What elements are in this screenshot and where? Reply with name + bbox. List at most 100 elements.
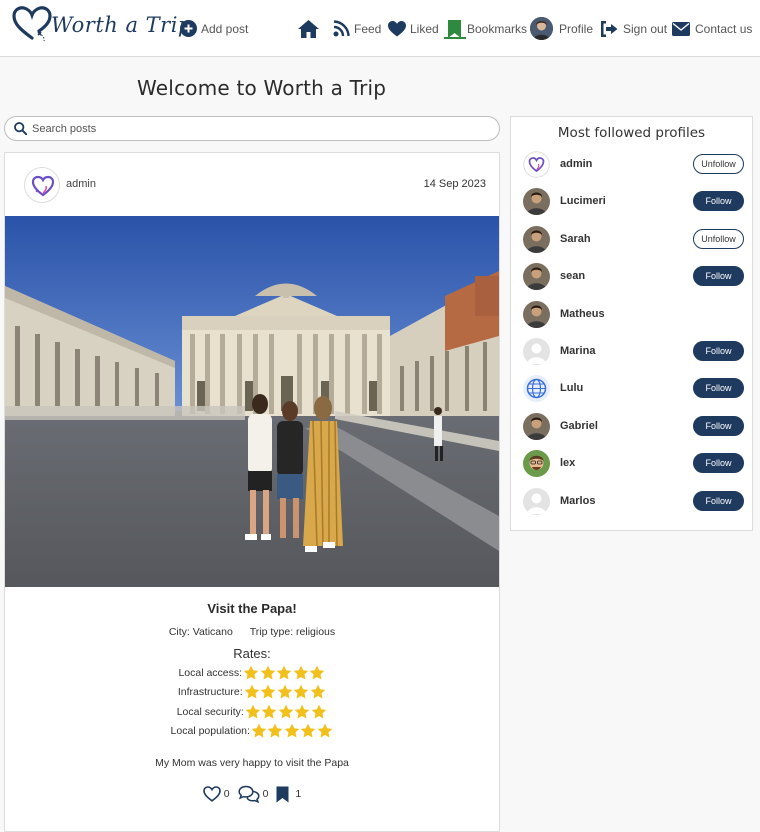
profile-name[interactable]: lex [560,457,575,469]
profile-avatar[interactable] [523,188,550,216]
nav-liked[interactable]: Liked [388,0,439,57]
star-icon [317,723,333,738]
post-photo [5,216,499,587]
star-icon [295,704,310,719]
star-icon [276,665,292,680]
star-icon [268,723,283,738]
profile-name[interactable]: Lulu [560,382,583,394]
bookmark-button[interactable]: 1 [276,786,301,803]
profile-avatar[interactable] [523,300,550,328]
nav-profile[interactable]: Profile [530,0,593,57]
follow-button[interactable]: Follow [693,341,744,361]
rate-label: Local access: [178,666,243,679]
comments-count: 0 [262,788,269,800]
profile-avatar[interactable] [523,412,550,440]
profile-row: admin Unfollow [511,148,752,185]
post-city: City: Vaticano [168,626,233,638]
logo[interactable]: Worth a Trip [11,5,192,43]
post-meta: City: Vaticano Trip type: religious [5,626,499,638]
logo-heart-icon [12,6,52,42]
likes-count: 0 [223,788,230,800]
profile-avatar[interactable] [523,151,550,178]
rate-row: Local access: [5,663,499,683]
rates-title: Rates: [233,646,271,661]
profile-avatar[interactable] [523,263,550,291]
unfollow-button[interactable]: Unfollow [693,154,744,174]
page-title: Welcome to Worth a Trip [137,76,387,100]
profiles-title: Most followed profiles [557,125,706,141]
profile-name[interactable]: Marina [560,345,595,357]
profile-row: Lulu Follow [511,372,752,409]
star-icon [301,723,316,738]
nav-add-post[interactable]: Add post [180,0,248,57]
post-date: 14 Sep 2023 [423,178,486,190]
nav-contact-label: Contact us [695,21,753,36]
star-icon [245,704,261,719]
comments-icon [238,785,260,803]
post-body: Visit the Papa! City: Vaticano Trip type… [5,587,499,803]
nav-home[interactable] [298,0,319,57]
nav-sign-out-label: Sign out [623,21,668,36]
follow-button[interactable]: Follow [693,191,744,212]
star-icon [260,665,275,680]
search-input[interactable] [32,122,472,135]
star-icon [262,704,277,719]
profile-avatar[interactable] [523,487,550,515]
profile-row: Marlos Follow [511,485,752,522]
post-header: admin 14 Sep 2023 [5,153,499,216]
follow-button[interactable]: Follow [693,266,744,287]
unfollow-button[interactable]: Unfollow [693,228,744,249]
rates-list: Local access: Infrastructure: Local securi… [5,663,499,741]
comments-button[interactable]: 0 [238,785,269,803]
nav-profile-label: Profile [559,21,594,36]
nav-feed[interactable]: Feed [333,0,381,57]
most-followed-profiles: Most followed profiles admin Unfollow Luci… [510,116,753,531]
bookmark-icon [448,19,461,38]
profile-name[interactable]: Sarah [560,233,591,245]
profile-avatar[interactable] [523,338,550,365]
nav-sign-out[interactable]: Sign out [600,0,667,57]
follow-button[interactable]: Follow [693,378,744,399]
rate-stars [243,665,326,681]
envelope-icon [672,21,690,36]
post-card: admin 14 Sep 2023 Visit the Papa! City: … [4,152,500,832]
profile-name[interactable]: Matheus [560,308,605,320]
search-icon [14,122,27,135]
star-icon [278,704,294,719]
home-icon [298,19,319,38]
sign-out-icon [601,20,618,37]
nav-liked-label: Liked [410,21,439,36]
nav-bookmarks-label: Bookmarks [467,21,528,36]
post-owner-name[interactable]: admin [66,178,96,190]
profile-row: lex Follow [511,447,752,484]
post-image[interactable] [5,216,499,587]
like-button[interactable]: 0 [202,786,230,802]
post-owner-avatar[interactable] [24,167,60,203]
nav-contact[interactable]: Contact us [672,0,752,57]
post-actions: 0 0 1 [5,785,499,803]
profile-avatar[interactable] [523,375,550,403]
profile-name[interactable]: Gabriel [560,420,598,432]
heart-outline-icon [202,786,221,802]
profile-row: Marina Follow [511,335,752,372]
profile-avatar[interactable] [523,450,550,478]
star-icon [277,684,292,699]
logo-heart-icon [31,175,55,197]
follow-button[interactable]: Follow [693,415,744,436]
nav-bookmarks[interactable]: Bookmarks [444,0,527,57]
star-icon [243,665,259,680]
profile-name[interactable]: Lucimeri [560,195,606,207]
profile-name[interactable]: admin [560,158,592,170]
nav-add-post-label: Add post [201,21,249,36]
profile-name[interactable]: sean [560,270,585,282]
follow-button[interactable]: Follow [693,490,744,511]
star-icon [284,723,300,738]
profile-avatar[interactable] [523,225,550,253]
star-icon [260,684,276,699]
logo-text: Worth a Trip [51,13,192,37]
profile-name[interactable]: Marlos [560,495,595,507]
follow-button[interactable]: Follow [693,453,744,474]
post-title: Visit the Papa! [207,601,297,616]
rss-feed-icon [333,20,350,37]
bookmarks-count: 1 [295,788,302,800]
